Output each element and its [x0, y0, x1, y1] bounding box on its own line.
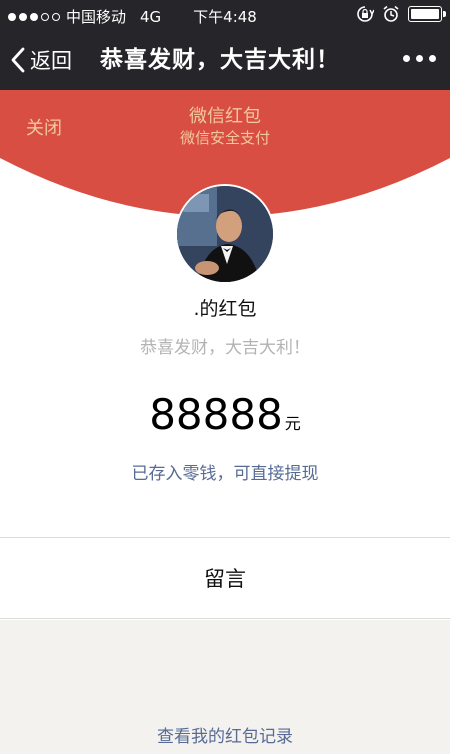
amount-display: 88888 元 — [0, 390, 450, 439]
divider — [0, 618, 450, 619]
view-records-link[interactable]: 查看我的红包记录 — [0, 722, 450, 747]
amount-unit: 元 — [284, 414, 301, 433]
hongbao-brand-title: 微信红包 — [189, 106, 261, 127]
page-title: 恭喜发财，大吉大利！ — [100, 47, 340, 73]
alarm-icon — [383, 5, 399, 22]
back-button[interactable]: 返回 — [10, 30, 72, 90]
sender-name: .的红包 — [193, 298, 257, 320]
navigation-bar: 返回 恭喜发财，大吉大利！ — [0, 30, 450, 90]
saved-to-balance-link[interactable]: 已存入零钱，可直接提现 — [0, 459, 450, 484]
status-bar: 中国移动 4G 下午4:48 — [0, 0, 450, 30]
sender-avatar[interactable] — [175, 184, 275, 284]
more-icon[interactable] — [403, 55, 436, 62]
leave-message-button[interactable]: 留言 — [0, 538, 450, 618]
greeting-message: 恭喜发财，大吉大利！ — [140, 338, 310, 358]
amount-value: 88888 — [149, 390, 283, 439]
chevron-left-icon — [11, 47, 25, 73]
hongbao-brand-subtitle: 微信安全支付 — [179, 129, 270, 147]
rotation-lock-icon — [357, 6, 374, 22]
back-label: 返回 — [30, 49, 72, 73]
battery-icon — [408, 6, 446, 22]
